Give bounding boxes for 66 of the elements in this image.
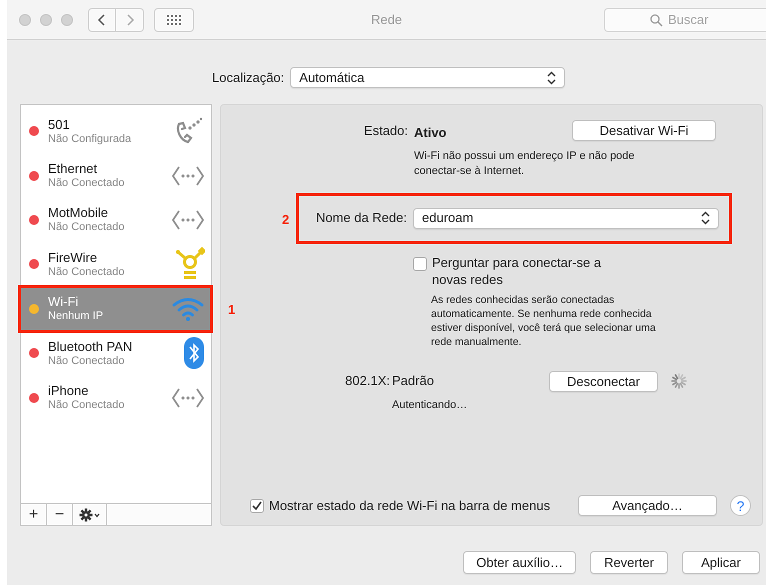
service-item[interactable]: 501 Não Configurada [21, 109, 211, 154]
service-item[interactable]: MotMobile Não Conectado [21, 198, 211, 242]
assist-button[interactable]: Obter auxílio… [463, 551, 576, 574]
window-control[interactable] [61, 14, 73, 26]
chevron-icon [545, 70, 558, 86]
service-item[interactable]: Bluetooth PAN Não Conectado [21, 330, 211, 376]
service-status: Não Conectado [48, 354, 126, 368]
service-name: MotMobile [48, 205, 109, 220]
service-status: Não Conectado [48, 220, 124, 234]
forward-icon [124, 12, 134, 26]
window-control[interactable] [19, 14, 31, 26]
status-label: Estado: [362, 122, 408, 140]
ethernet-icon [171, 164, 205, 187]
checkbox[interactable] [413, 256, 427, 270]
authenticating-status: Autenticando… [392, 398, 468, 412]
window-title: Rede [370, 12, 402, 27]
gear-icon [78, 508, 100, 522]
back-button[interactable] [88, 8, 116, 32]
security-value: Padrão [392, 372, 435, 390]
callout-number: 2 [282, 210, 290, 228]
ask-note: As redes conhecidas serão conectadas automaticamente. Se nenhuma rede conhecida estiver disponível, você terá que selecionar uma rede manualmente. [431, 292, 657, 348]
service-status: Não Configurada [48, 132, 132, 146]
apply-button[interactable]: Aplicar [682, 551, 760, 574]
network-name-select[interactable]: eduroam [413, 208, 719, 228]
show-in-menu-label: Mostrar estado da rede Wi-Fi na barra de menus [269, 496, 550, 515]
service-item[interactable]: FireWire Não Conectado [21, 242, 211, 287]
wifi-icon [171, 296, 205, 322]
help-button[interactable]: ? [730, 495, 751, 516]
ethernet-icon [171, 386, 205, 409]
ethernet-icon [171, 208, 205, 231]
chevron-icon [699, 210, 712, 226]
service-name: FireWire [48, 250, 98, 265]
search-icon [650, 14, 663, 26]
service-status: Não Conectado [48, 176, 124, 190]
checkmark-icon [252, 500, 262, 510]
back-icon [97, 12, 107, 26]
disconnect-button[interactable]: Desconectar [549, 370, 658, 392]
revert-button[interactable]: Reverter [590, 551, 668, 574]
service-name: Bluetooth PAN [48, 338, 132, 354]
service-item[interactable]: iPhone Não Conectado [21, 375, 211, 420]
service-name: iPhone [48, 383, 90, 398]
service-status: Não Conectado [48, 398, 124, 412]
location-label: Localização: [212, 68, 284, 87]
status-value: Ativo [414, 124, 446, 142]
status-note: Wi-Fi não possui um endereço IP e não pode conectar-se à Internet. [414, 148, 636, 178]
network-name-label: Nome da Rede: [314, 209, 407, 228]
ask-to-join-label: Perguntar para conectar-se a novas redes [432, 254, 602, 288]
show-all-button[interactable] [154, 8, 194, 32]
bluetooth-icon [183, 336, 205, 370]
spinner-icon [670, 372, 688, 390]
service-status: Não Conectado [48, 264, 124, 279]
callout-number: 1 [228, 300, 236, 319]
service-name: Ethernet [48, 161, 98, 176]
window-control[interactable] [40, 14, 52, 26]
firewire-icon [175, 247, 205, 282]
security-label: 802.1X: [344, 372, 390, 390]
checkbox[interactable] [250, 498, 264, 512]
turn-off-wifi-button[interactable]: Desativar Wi-Fi [572, 120, 716, 142]
search-field[interactable]: Buscar [604, 8, 766, 32]
service-name: 501 [48, 116, 71, 132]
service-item[interactable]: Ethernet Não Conectado [21, 153, 211, 198]
grid-icon [167, 14, 181, 24]
service-name: Wi-Fi [48, 294, 80, 310]
service-status: Nenhum IP [48, 309, 104, 324]
location-select[interactable]: Automática [290, 67, 566, 88]
advanced-button[interactable]: Avançado… [578, 495, 717, 516]
